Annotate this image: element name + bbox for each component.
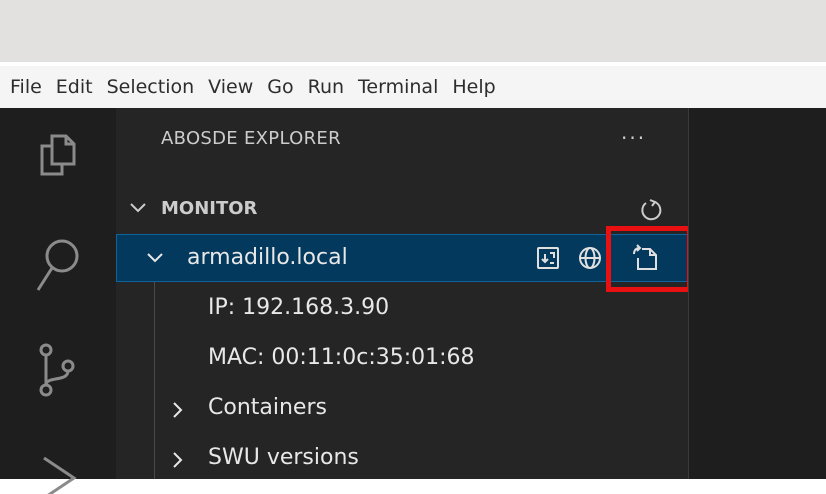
open-in-browser-icon[interactable] <box>573 241 607 275</box>
menu-help[interactable]: Help <box>445 66 502 108</box>
files-icon[interactable] <box>0 132 116 178</box>
menu-selection[interactable]: Selection <box>100 66 202 108</box>
menu-bar: File Edit Selection View Go Run Terminal… <box>0 66 826 108</box>
tree-item-containers[interactable]: Containers <box>116 384 689 434</box>
window-titlebar <box>0 0 826 62</box>
menu-go[interactable]: Go <box>260 66 300 108</box>
mac-address: MAC: 00:11:0c:35:01:68 <box>208 345 475 370</box>
menu-terminal[interactable]: Terminal <box>351 66 445 108</box>
workbench: ABOSDE EXPLORER ··· MONITOR armadillo.lo… <box>0 108 826 494</box>
chevron-right-icon <box>173 402 183 418</box>
source-control-icon[interactable] <box>0 342 116 400</box>
device-row-armadillo[interactable]: armadillo.local <box>116 234 689 282</box>
chevron-down-icon <box>130 203 146 213</box>
more-actions-icon[interactable]: ··· <box>621 126 646 150</box>
editor-area <box>689 108 826 479</box>
chevron-right-icon <box>173 452 183 468</box>
menu-edit[interactable]: Edit <box>49 66 100 108</box>
search-icon[interactable] <box>0 236 116 294</box>
tree-item-swu-versions[interactable]: SWU versions <box>116 434 689 484</box>
section-label: MONITOR <box>161 198 258 219</box>
swu-versions-label: SWU versions <box>208 445 359 470</box>
monitor-section-header[interactable]: MONITOR <box>116 192 689 226</box>
chevron-down-icon <box>147 253 163 263</box>
abosde-explorer-sidebar: ABOSDE EXPLORER ··· MONITOR armadillo.lo… <box>116 108 692 479</box>
containers-label: Containers <box>208 395 327 420</box>
open-in-terminal-icon[interactable] <box>531 241 565 275</box>
highlight-annotation-box <box>606 226 692 292</box>
refresh-icon[interactable] <box>638 197 664 223</box>
menu-file[interactable]: File <box>0 66 49 108</box>
run-debug-icon[interactable] <box>0 454 116 494</box>
menu-view[interactable]: View <box>201 66 260 108</box>
device-mac-row[interactable]: MAC: 00:11:0c:35:01:68 <box>116 334 689 384</box>
device-label: armadillo.local <box>187 245 348 270</box>
device-ip-row[interactable]: IP: 192.168.3.90 <box>116 284 689 334</box>
activity-bar <box>0 108 116 494</box>
sidebar-title: ABOSDE EXPLORER <box>161 128 341 149</box>
ip-address: IP: 192.168.3.90 <box>208 295 390 320</box>
menu-run[interactable]: Run <box>301 66 351 108</box>
